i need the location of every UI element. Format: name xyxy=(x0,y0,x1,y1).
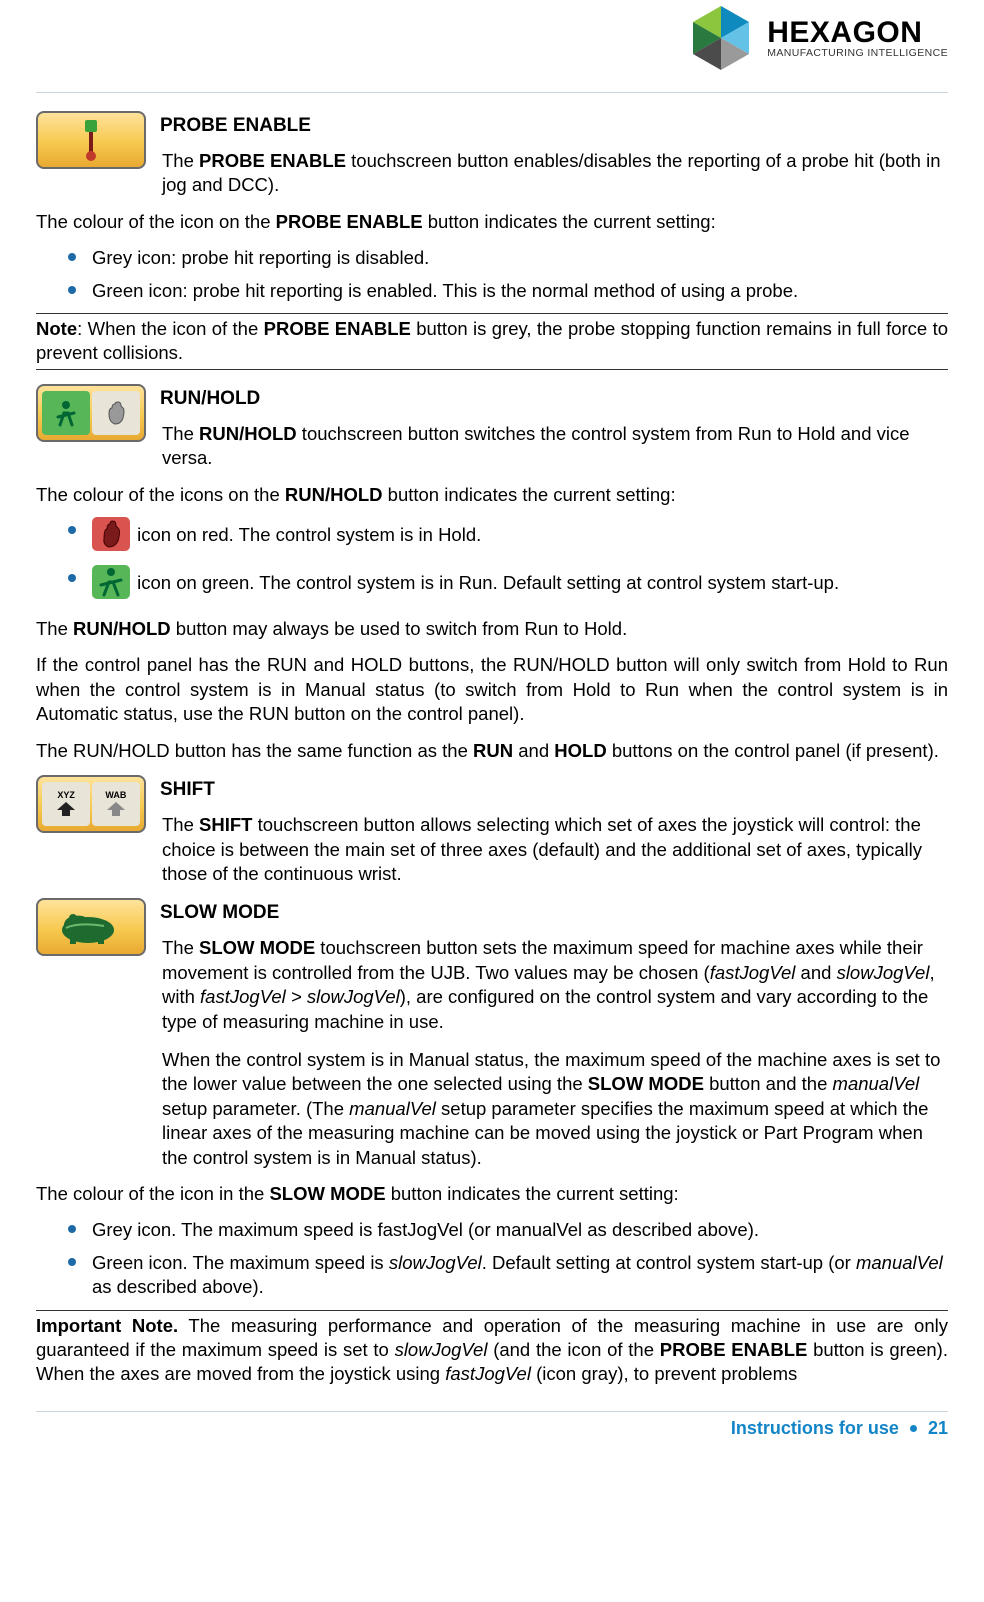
hexagon-logo-icon xyxy=(685,2,757,74)
list-item: Green icon. The maximum speed is slowJog… xyxy=(56,1251,948,1300)
slow-mode-setting-intro: The colour of the icon in the SLOW MODE … xyxy=(36,1182,948,1206)
list-item: icon on green. The control system is in … xyxy=(56,567,948,607)
run-hold-setting-intro: The colour of the icons on the RUN/HOLD … xyxy=(36,483,948,507)
probe-enable-icon xyxy=(36,111,146,169)
probe-enable-setting-intro: The colour of the icon on the PROBE ENAB… xyxy=(36,210,948,234)
footer-separator-icon xyxy=(910,1425,917,1432)
list-item: Grey icon. The maximum speed is fastJogV… xyxy=(56,1218,948,1242)
probe-enable-note: Note: When the icon of the PROBE ENABLE … xyxy=(36,313,948,370)
probe-enable-bullets: Grey icon: probe hit reporting is disabl… xyxy=(36,246,948,303)
slow-mode-p1: The SLOW MODE touchscreen button sets th… xyxy=(162,936,948,1034)
run-hold-title: RUN/HOLD xyxy=(36,384,948,410)
probe-enable-title: PROBE ENABLE xyxy=(36,111,948,137)
section-shift: XYZ WAB SHIFT The SHIFT touchscreen butt… xyxy=(36,775,948,898)
run-hold-desc: The RUN/HOLD touchscreen button switches… xyxy=(162,422,948,471)
brand-name: HEXAGON xyxy=(767,18,948,48)
footer-label: Instructions for use xyxy=(731,1418,899,1438)
list-item: Green icon: probe hit reporting is enabl… xyxy=(56,279,948,303)
section-run-hold: RUN/HOLD The RUN/HOLD touchscreen button… xyxy=(36,384,948,763)
slow-mode-icon xyxy=(36,898,146,956)
slow-mode-important-note: Important Note. The measuring performanc… xyxy=(36,1310,948,1387)
run-hold-bullets: icon on red. The control system is in Ho… xyxy=(36,519,948,607)
run-hold-same: The RUN/HOLD button has the same functio… xyxy=(36,739,948,763)
run-hold-icon xyxy=(36,384,146,442)
page-header: HEXAGON MANUFACTURING INTELLIGENCE xyxy=(36,0,948,93)
section-slow-mode: SLOW MODE The SLOW MODE touchscreen butt… xyxy=(36,898,948,1387)
page-footer: Instructions for use 21 xyxy=(36,1411,948,1439)
footer-page-number: 21 xyxy=(928,1418,948,1438)
run-hold-switch1: The RUN/HOLD button may always be used t… xyxy=(36,617,948,641)
hold-hand-icon xyxy=(92,517,130,551)
shift-desc: The SHIFT touchscreen button allows sele… xyxy=(162,813,948,886)
section-probe-enable: PROBE ENABLE The PROBE ENABLE touchscree… xyxy=(36,111,948,370)
slow-mode-bullets: Grey icon. The maximum speed is fastJogV… xyxy=(36,1218,948,1299)
shift-title: SHIFT xyxy=(36,775,948,801)
brand-logo: HEXAGON MANUFACTURING INTELLIGENCE xyxy=(685,2,948,74)
probe-enable-desc: The PROBE ENABLE touchscreen button enab… xyxy=(162,149,948,198)
list-item: Grey icon: probe hit reporting is disabl… xyxy=(56,246,948,270)
slow-mode-title: SLOW MODE xyxy=(36,898,948,924)
shift-icon: XYZ WAB xyxy=(36,775,146,833)
list-item: icon on red. The control system is in Ho… xyxy=(56,519,948,559)
slow-mode-p2: When the control system is in Manual sta… xyxy=(162,1048,948,1170)
run-hold-switch2: If the control panel has the RUN and HOL… xyxy=(36,653,948,726)
run-walker-icon xyxy=(92,565,130,599)
brand-subtitle: MANUFACTURING INTELLIGENCE xyxy=(767,48,948,59)
